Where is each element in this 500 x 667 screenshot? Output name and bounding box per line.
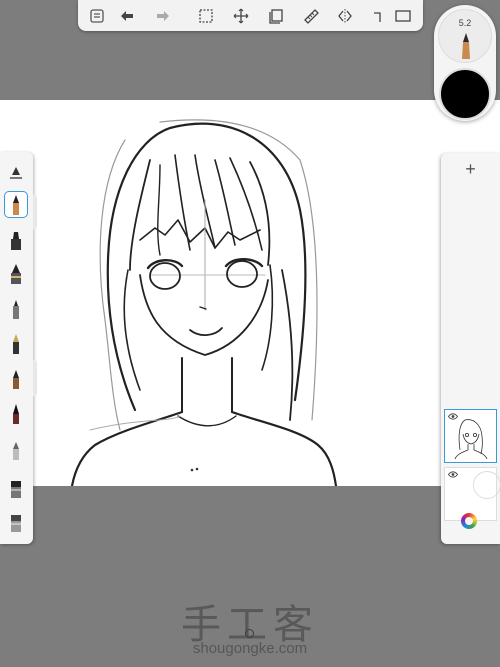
pencil-brush-icon[interactable]: [4, 191, 28, 218]
brush-puck[interactable]: 5.2: [434, 5, 496, 121]
color-puck[interactable]: [439, 68, 491, 120]
ballpoint-brush-icon[interactable]: [4, 295, 28, 322]
undo-icon[interactable]: [116, 5, 138, 27]
eye-icon[interactable]: [448, 471, 458, 478]
select-icon[interactable]: [195, 5, 217, 27]
pencil-icon: [462, 33, 470, 59]
layer-thumbnail-active[interactable]: [444, 409, 497, 463]
canvas-icon[interactable]: [392, 5, 414, 27]
paint-brush-icon[interactable]: [4, 260, 28, 287]
layers-panel: +: [441, 153, 500, 544]
brush-palette: [0, 152, 33, 544]
fountain-pen-icon[interactable]: [4, 330, 28, 357]
redo-icon[interactable]: [152, 5, 174, 27]
ink-brush-icon[interactable]: [4, 365, 28, 392]
top-toolbar: [78, 0, 423, 31]
calligraphy-brush-icon[interactable]: [4, 400, 28, 427]
drawing-canvas[interactable]: [0, 100, 500, 486]
brush-size-puck[interactable]: 5.2: [438, 9, 492, 63]
brush-palette-handle[interactable]: [33, 360, 37, 396]
ruler-icon[interactable]: [300, 5, 322, 27]
sketch-artwork: [70, 119, 338, 486]
color-wheel-icon[interactable]: [461, 513, 477, 529]
layers-stack-icon[interactable]: [265, 5, 287, 27]
shape-icon[interactable]: [366, 5, 388, 27]
home-indicator-icon: [245, 629, 254, 638]
eraser-icon[interactable]: [4, 474, 28, 501]
smudge-icon[interactable]: [4, 508, 28, 535]
transform-icon[interactable]: [230, 5, 252, 27]
layer-preview: [454, 419, 488, 460]
airbrush-icon[interactable]: [4, 436, 28, 463]
watermark-url: shougongke.com: [192, 640, 308, 657]
symmetry-icon[interactable]: [334, 5, 356, 27]
brush-size-value: 5.2: [458, 18, 472, 28]
list-icon[interactable]: [86, 5, 108, 27]
brush-palette-handle[interactable]: [33, 195, 37, 229]
settings-brush-icon[interactable]: [4, 158, 28, 185]
add-layer-button[interactable]: +: [441, 153, 500, 185]
marker-brush-icon[interactable]: [4, 226, 28, 253]
layer-blend-indicator: [473, 471, 500, 499]
